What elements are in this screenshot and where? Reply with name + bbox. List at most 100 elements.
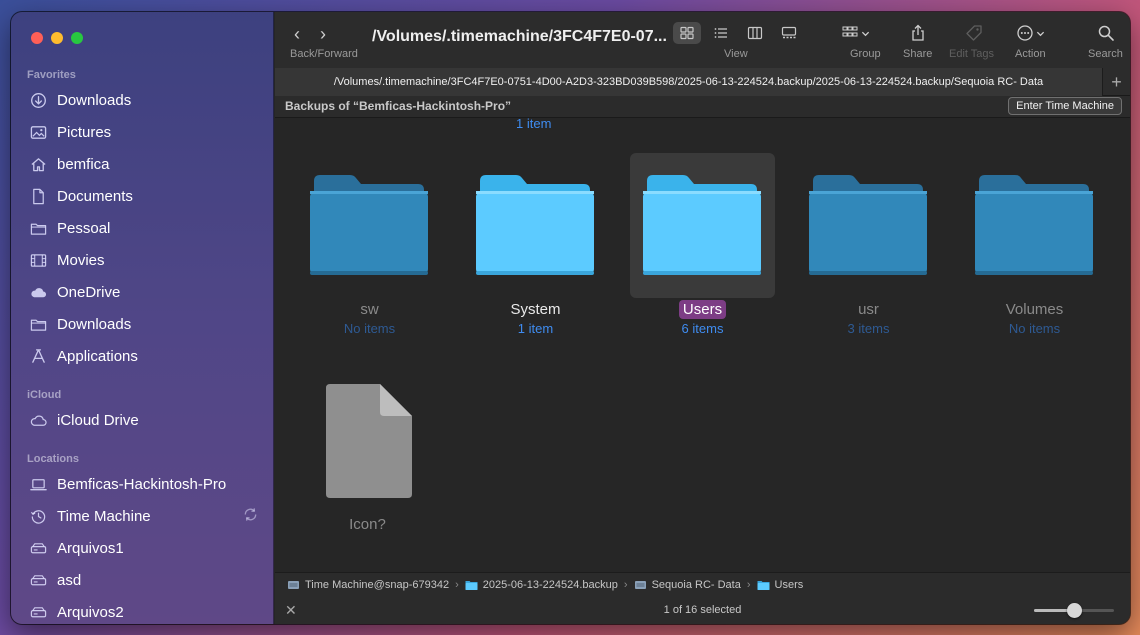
sidebar-item-arquivos2[interactable]: Arquivos2 — [29, 600, 265, 624]
sidebar: Favorites Downloads Pictures bemfica Doc… — [11, 12, 274, 624]
sidebar-item-label: Downloads — [57, 91, 132, 109]
forward-button[interactable]: › — [317, 24, 329, 45]
tag-icon — [966, 25, 982, 41]
file-name: System — [510, 301, 561, 318]
file-item-sw[interactable]: sw No items — [297, 153, 442, 336]
share-button[interactable] — [909, 24, 927, 42]
sidebar-item-onedrive[interactable]: OneDrive — [29, 280, 265, 304]
close-icon[interactable]: ✕ — [285, 602, 297, 619]
breadcrumb-item[interactable]: Users — [757, 579, 803, 591]
file-icon-area — [962, 153, 1107, 298]
back-button[interactable]: ‹ — [291, 24, 303, 45]
main-pane: ‹ › Back/Forward /Volumes/.timemachine/3… — [275, 12, 1130, 624]
film-icon — [29, 251, 47, 269]
sidebar-item-bemficas-hackintosh-pro[interactable]: Bemficas-Hackintosh-Pro — [29, 472, 265, 496]
column-view-button[interactable] — [741, 22, 769, 44]
file-icon-area — [463, 153, 608, 298]
enter-time-machine-button[interactable]: Enter Time Machine — [1008, 97, 1122, 115]
path-bar: Time Machine@snap-679342 › 2025-06-13-22… — [275, 572, 1130, 596]
drive-icon — [29, 539, 47, 557]
edit-tags-label: Edit Tags — [949, 48, 995, 60]
sidebar-item-label: Documents — [57, 187, 133, 205]
file-icon-area — [630, 153, 775, 298]
search-button[interactable] — [1097, 24, 1115, 42]
list-view-button[interactable] — [707, 22, 735, 44]
selection-status: 1 of 16 selected — [663, 604, 742, 616]
document-file-icon[interactable] — [326, 384, 412, 498]
sidebar-item-documents[interactable]: Documents — [29, 184, 265, 208]
folder-icon — [476, 175, 594, 275]
breadcrumb-item[interactable]: Time Machine@snap-679342 — [287, 579, 449, 591]
minimize-window-button[interactable] — [51, 32, 63, 44]
breadcrumb-separator: › — [623, 578, 628, 591]
sidebar-item-downloads[interactable]: Downloads — [29, 88, 265, 112]
sidebar-item-pessoal[interactable]: Pessoal — [29, 216, 265, 240]
path-tab-bar: /Volumes/.timemachine/3FC4F7E0-0751-4D00… — [275, 68, 1130, 96]
sidebar-item-label: Downloads — [57, 315, 132, 333]
file-icon-area — [297, 153, 442, 298]
toolbar: ‹ › Back/Forward /Volumes/.timemachine/3… — [275, 12, 1130, 68]
file-name: sw — [360, 301, 379, 318]
action-button[interactable] — [1016, 24, 1045, 42]
finder-window: Favorites Downloads Pictures bemfica Doc… — [11, 12, 1130, 624]
sidebar-item-label: Applications — [57, 347, 138, 365]
chevron-down-icon — [861, 31, 870, 36]
group-button[interactable] — [841, 24, 870, 42]
sidebar-item-arquivos1[interactable]: Arquivos1 — [29, 536, 265, 560]
path-tab[interactable]: /Volumes/.timemachine/3FC4F7E0-0751-4D00… — [275, 68, 1102, 96]
sidebar-item-asd[interactable]: asd — [29, 568, 265, 592]
folder-icon — [29, 315, 47, 333]
sidebar-section-favorites: Favorites — [27, 69, 76, 81]
icon-view-button[interactable] — [673, 22, 701, 44]
sidebar-item-label: Movies — [57, 251, 105, 269]
drive-icon — [29, 571, 47, 589]
folder-icon — [809, 175, 927, 275]
new-tab-button[interactable]: + — [1102, 68, 1130, 96]
group-icon — [842, 26, 858, 37]
breadcrumb-item[interactable]: Sequoia RC- Data — [634, 579, 741, 591]
file-item-count: 3 items — [847, 321, 890, 336]
time-machine-infobar: Backups of “Bemficas-Hackintosh-Pro” Ent… — [275, 96, 1130, 118]
sidebar-item-pictures[interactable]: Pictures — [29, 120, 265, 144]
file-item-system[interactable]: System 1 item — [463, 153, 608, 336]
file-item-usr[interactable]: usr 3 items — [796, 153, 941, 336]
grid-icon — [680, 26, 694, 40]
backups-label: Backups of “Bemficas-Hackintosh-Pro” — [285, 99, 512, 113]
icon-view-content: 1 item sw No items System 1 item Users 6… — [275, 118, 1130, 572]
back-forward-label: Back/Forward — [290, 48, 358, 60]
zoom-window-button[interactable] — [71, 32, 83, 44]
sidebar-item-applications[interactable]: Applications — [29, 344, 265, 368]
folder-icon — [310, 175, 428, 275]
download-icon — [29, 91, 47, 109]
file-item-users[interactable]: Users 6 items — [630, 153, 775, 336]
sidebar-item-time-machine[interactable]: Time Machine — [29, 504, 265, 528]
edit-tags-button[interactable] — [965, 24, 983, 42]
sidebar-item-home[interactable]: bemfica — [29, 152, 265, 176]
sidebar-item-label: asd — [57, 571, 82, 589]
breadcrumb-item[interactable]: 2025-06-13-224524.backup — [465, 579, 618, 591]
view-label: View — [724, 48, 748, 60]
sidebar-item-label: Arquivos1 — [57, 539, 124, 557]
pictures-icon — [29, 123, 47, 141]
columns-icon — [747, 26, 763, 40]
share-icon — [912, 24, 924, 41]
gallery-view-button[interactable] — [775, 22, 803, 44]
sidebar-item-icloud-drive[interactable]: iCloud Drive — [29, 408, 265, 432]
chevron-down-icon — [1036, 31, 1045, 36]
group-label: Group — [850, 48, 881, 60]
search-label: Search — [1088, 48, 1123, 60]
ellipsis-circle-icon — [1017, 25, 1033, 41]
disk-icon — [634, 579, 647, 591]
sidebar-item-label: iCloud Drive — [57, 411, 139, 429]
close-window-button[interactable] — [31, 32, 43, 44]
slider-knob[interactable] — [1066, 603, 1082, 618]
icon-size-slider[interactable] — [1034, 603, 1114, 618]
sidebar-item-movies[interactable]: Movies — [29, 248, 265, 272]
sidebar-item-label: Time Machine — [57, 507, 151, 525]
applications-icon — [29, 347, 47, 365]
search-icon — [1098, 25, 1114, 41]
file-item-volumes[interactable]: Volumes No items — [962, 153, 1107, 336]
file-icon-area — [796, 153, 941, 298]
breadcrumb-separator: › — [455, 578, 459, 591]
sidebar-item-downloads-2[interactable]: Downloads — [29, 312, 265, 336]
